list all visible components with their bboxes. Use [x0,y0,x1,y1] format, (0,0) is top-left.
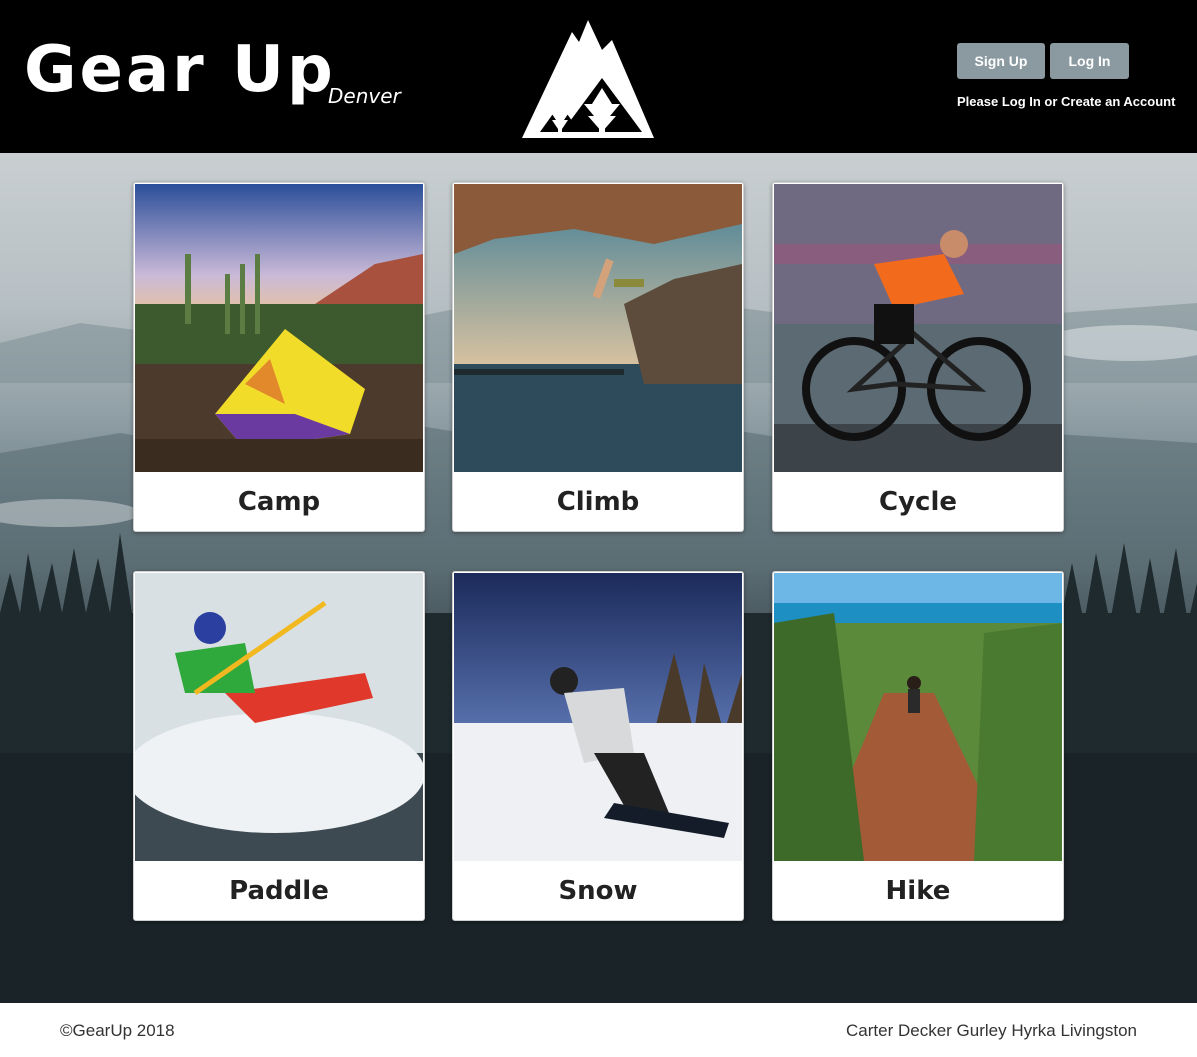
snowboarding-photo-icon [454,573,742,861]
site-footer: ©GearUp 2018 Carter Decker Gurley Hyrka … [0,1003,1197,1057]
category-card-climb[interactable]: Climb [452,182,744,532]
category-card-hike[interactable]: Hike [772,571,1064,921]
category-label: Hike [885,876,951,906]
category-card-snow[interactable]: Snow [452,571,744,921]
sign-up-button[interactable]: Sign Up [957,43,1045,79]
authors-text: Carter Decker Gurley Hyrka Livingston [846,1021,1137,1040]
brand-logo-text[interactable]: Gear Up [24,38,336,102]
category-label: Cycle [879,487,957,517]
category-grid-area: Camp Climb Cycle Paddle Snow Hike [0,153,1197,1003]
whitewater-kayak-photo-icon [135,573,423,861]
category-card-paddle[interactable]: Paddle [133,571,425,921]
copyright-text: ©GearUp 2018 [60,1021,175,1040]
auth-prompt: Please Log In or Create an Account [957,94,1176,109]
category-card-cycle[interactable]: Cycle [772,182,1064,532]
log-in-button[interactable]: Log In [1050,43,1129,79]
mountain-trees-logo-icon[interactable] [522,20,654,140]
site-header: Gear Up Denver Sign Up Log In Please Log… [0,0,1197,153]
brand-location: Denver [328,84,401,108]
category-label: Paddle [229,876,329,906]
rock-climbing-photo-icon [454,184,742,472]
category-label: Climb [556,487,640,517]
category-label: Camp [237,487,321,517]
hiking-trail-photo-icon [774,573,1062,861]
category-card-camp[interactable]: Camp [133,182,425,532]
category-label: Snow [558,876,638,906]
camping-tent-photo-icon [135,184,423,472]
road-cycling-photo-icon [774,184,1062,472]
